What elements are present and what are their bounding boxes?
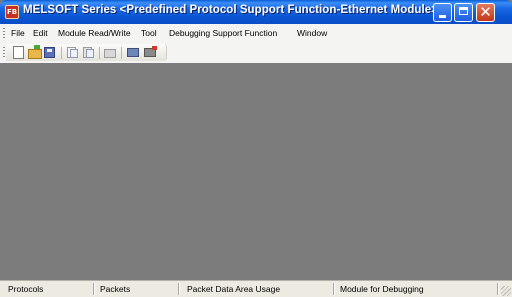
toolbar — [0, 43, 512, 63]
toolbar-separator — [99, 47, 100, 59]
app-icon[interactable]: FB — [5, 5, 19, 19]
title-bar[interactable]: FB MELSOFT Series <Predefined Protocol S… — [0, 0, 512, 24]
menu-edit[interactable]: Edit — [33, 28, 48, 38]
menu-file[interactable]: File — [11, 28, 25, 38]
status-module-for-debugging: Module for Debugging — [340, 284, 424, 294]
menu-bar-grip[interactable] — [3, 28, 5, 39]
save-button[interactable] — [43, 46, 57, 59]
menu-module-read-write[interactable]: Module Read/Write — [58, 28, 131, 38]
toolbar-separator — [61, 47, 62, 59]
open-button[interactable] — [27, 45, 42, 59]
application-window: FB MELSOFT Series <Predefined Protocol S… — [0, 0, 512, 297]
status-separator — [93, 283, 94, 295]
save-icon — [44, 47, 55, 58]
status-separator — [497, 283, 498, 295]
menu-window[interactable]: Window — [297, 28, 327, 38]
toolbar-grip[interactable] — [3, 47, 5, 58]
menu-tool[interactable]: Tool — [141, 28, 157, 38]
status-separator — [333, 283, 334, 295]
read-module-icon — [127, 48, 139, 57]
status-separator — [178, 283, 179, 295]
standard-toolbar — [3, 44, 167, 61]
close-button[interactable]: ✕ — [476, 3, 495, 22]
menu-debugging-support-function[interactable]: Debugging Support Function — [169, 28, 277, 38]
new-file-icon — [13, 46, 24, 59]
paste-button[interactable] — [81, 46, 95, 59]
resize-grip[interactable] — [501, 286, 511, 296]
minimize-icon — [439, 15, 446, 18]
new-button[interactable] — [11, 46, 25, 59]
maximize-button[interactable] — [454, 3, 473, 22]
status-packets: Packets — [100, 284, 131, 294]
mdi-client-area[interactable] — [0, 63, 512, 280]
menu-bar: File Edit Module Read/Write Tool Debuggi… — [0, 24, 512, 43]
write-to-module-button[interactable] — [143, 46, 157, 59]
minimize-button[interactable] — [433, 3, 452, 22]
print-button[interactable] — [103, 46, 117, 59]
write-module-icon — [144, 46, 157, 57]
maximize-icon — [459, 7, 468, 15]
close-icon: ✕ — [479, 3, 492, 21]
status-bar: Protocols Packets Packet Data Area Usage… — [0, 280, 512, 297]
copy-button[interactable] — [65, 46, 79, 59]
status-packet-data-area-usage: Packet Data Area Usage — [187, 284, 281, 294]
read-from-module-button[interactable] — [126, 46, 140, 59]
window-title: MELSOFT Series <Predefined Protocol Supp… — [23, 4, 438, 16]
status-protocols: Protocols — [8, 284, 44, 294]
toolbar-separator — [121, 47, 122, 59]
